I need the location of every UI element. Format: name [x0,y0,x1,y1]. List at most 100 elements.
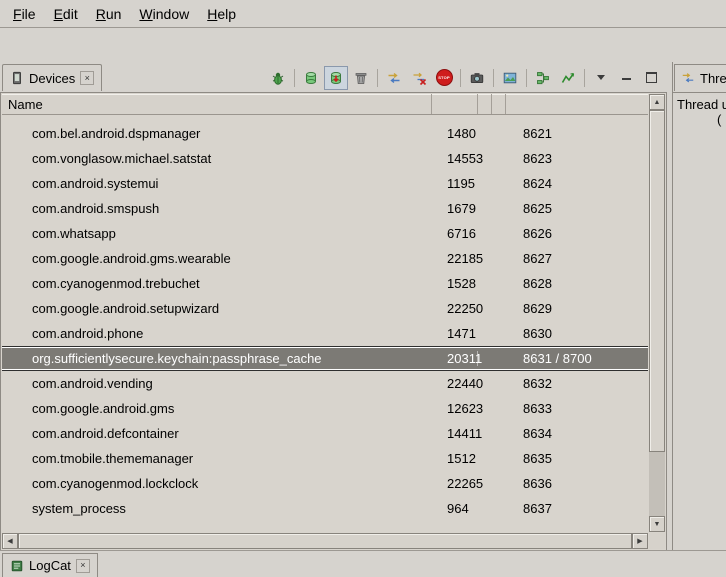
cause-gc-button[interactable] [349,66,373,90]
column-header-name[interactable]: Name [2,94,432,114]
close-icon[interactable]: × [76,559,90,573]
cell-name: com.tmobile.thememanager [2,451,432,466]
vertical-scrollbar[interactable]: ▲ ▼ [649,94,665,532]
horizontal-scrollbar[interactable]: ◀ ▶ [2,533,648,549]
menu-file[interactable]: File [4,2,45,26]
devices-view-toolbar: STOP [266,64,663,91]
cell-port: 8623 [506,151,648,166]
view-menu-button[interactable] [589,66,613,90]
column-header-empty-2[interactable] [492,94,506,114]
cell-port: 8636 [506,476,648,491]
threads-message-line2: ( [717,112,726,127]
stop-process-button[interactable]: STOP [432,66,456,90]
logcat-icon [10,559,24,573]
menu-window[interactable]: Window [130,2,198,26]
method-profiling-button[interactable] [407,66,431,90]
table-row[interactable]: com.android.systemui 1195 8624 [2,171,648,196]
cell-pid: 1480 [432,126,478,141]
threads-message-line1: Thread up [677,97,726,112]
cell-name: com.cyanogenmod.trebuchet [2,276,432,291]
update-threads-button[interactable] [382,66,406,90]
cell-pid: 964 [432,501,478,516]
device-table-area: Name com.bel.android.dspmanager 1480 862… [2,94,648,532]
tab-logcat[interactable]: LogCat × [2,553,98,577]
scroll-up-button[interactable]: ▲ [649,94,665,110]
column-header-empty-1[interactable] [478,94,492,114]
cell-pid: 20311 [432,351,478,366]
capture-tree-button[interactable] [531,66,555,90]
threads-icon [681,71,695,85]
cell-port: 8625 [506,201,648,216]
cell-pid: 1471 [432,326,478,341]
minimize-icon [622,75,631,80]
cell-name: com.google.android.setupwizard [2,301,432,316]
profiling-icon [411,70,427,86]
scroll-left-button[interactable]: ◀ [2,533,18,549]
systrace-button[interactable] [556,66,580,90]
vertical-scroll-thumb[interactable] [649,110,665,452]
horizontal-scroll-thumb[interactable] [18,533,632,549]
cell-name: com.google.android.gms.wearable [2,251,432,266]
menu-bar: File Edit Run Window Help [0,0,726,28]
dump-hprof-button[interactable] [324,66,348,90]
tab-threads[interactable]: Threa [674,64,726,91]
cell-pid: 14553 [432,151,478,166]
threads-update-icon [386,70,402,86]
table-row[interactable]: com.vonglasow.michael.satstat 14553 8623 [2,146,648,171]
close-icon[interactable]: × [80,71,94,85]
maximize-button[interactable] [639,66,663,90]
debug-button[interactable] [266,66,290,90]
maximize-icon [646,72,657,83]
cell-pid: 1512 [432,451,478,466]
menu-edit[interactable]: Edit [45,2,87,26]
table-row[interactable]: com.android.defcontainer 14411 8634 [2,421,648,446]
threads-view: Threa Thread up ( [672,62,726,551]
cell-pid: 14411 [432,426,478,441]
table-row[interactable]: com.android.smspush 1679 8625 [2,196,648,221]
cell-pid: 1679 [432,201,478,216]
view-hierarchy-button[interactable] [498,66,522,90]
table-row[interactable]: com.cyanogenmod.trebuchet 1528 8628 [2,271,648,296]
table-row[interactable]: com.android.phone 1471 8630 [2,321,648,346]
menu-run[interactable]: Run [87,2,131,26]
cell-name: com.bel.android.dspmanager [2,126,432,141]
table-row[interactable]: com.android.vending 22440 8632 [2,371,648,396]
table-row[interactable]: system_process 964 8637 [2,496,648,521]
toolbar-separator [460,69,461,87]
tab-devices[interactable]: Devices × [2,64,102,91]
cell-name: com.android.phone [2,326,432,341]
hprof-icon [328,70,344,86]
table-row[interactable]: com.bel.android.dspmanager 1480 8621 [2,121,648,146]
column-header-port[interactable] [506,94,648,114]
table-row[interactable]: org.sufficientlysecure.keychain:passphra… [2,346,648,371]
table-row[interactable]: com.tmobile.thememanager 1512 8635 [2,446,648,471]
cell-name: org.sufficientlysecure.keychain:passphra… [2,351,432,366]
cell-port: 8629 [506,301,648,316]
cell-name: com.android.smspush [2,201,432,216]
table-header: Name [2,94,648,115]
table-row[interactable]: com.google.android.setupwizard 22250 862… [2,296,648,321]
table-row[interactable]: com.google.android.gms 12623 8633 [2,396,648,421]
scroll-down-button[interactable]: ▼ [649,516,665,532]
cell-name: com.google.android.gms [2,401,432,416]
trash-icon [353,70,369,86]
table-row[interactable]: com.cyanogenmod.lockclock 22265 8636 [2,471,648,496]
menu-help[interactable]: Help [198,2,245,26]
cell-port: 8621 [506,126,648,141]
cell-port: 8635 [506,451,648,466]
screen-capture-button[interactable] [465,66,489,90]
scrollbar-corner [649,533,665,549]
cell-name: com.cyanogenmod.lockclock [2,476,432,491]
column-header-pid[interactable] [432,94,478,114]
trace-icon [560,70,576,86]
device-table-rows: com.bel.android.dspmanager 1480 8621 com… [2,114,648,532]
table-row[interactable]: com.google.android.gms.wearable 22185 86… [2,246,648,271]
row-sliver [2,114,648,121]
scroll-right-button[interactable]: ▶ [632,533,648,549]
table-row[interactable]: com.whatsapp 6716 8626 [2,221,648,246]
logcat-strip: LogCat × [0,550,726,577]
minimize-button[interactable] [614,66,638,90]
devices-table: Name com.bel.android.dspmanager 1480 862… [0,92,667,551]
cell-port: 8628 [506,276,648,291]
update-heap-button[interactable] [299,66,323,90]
